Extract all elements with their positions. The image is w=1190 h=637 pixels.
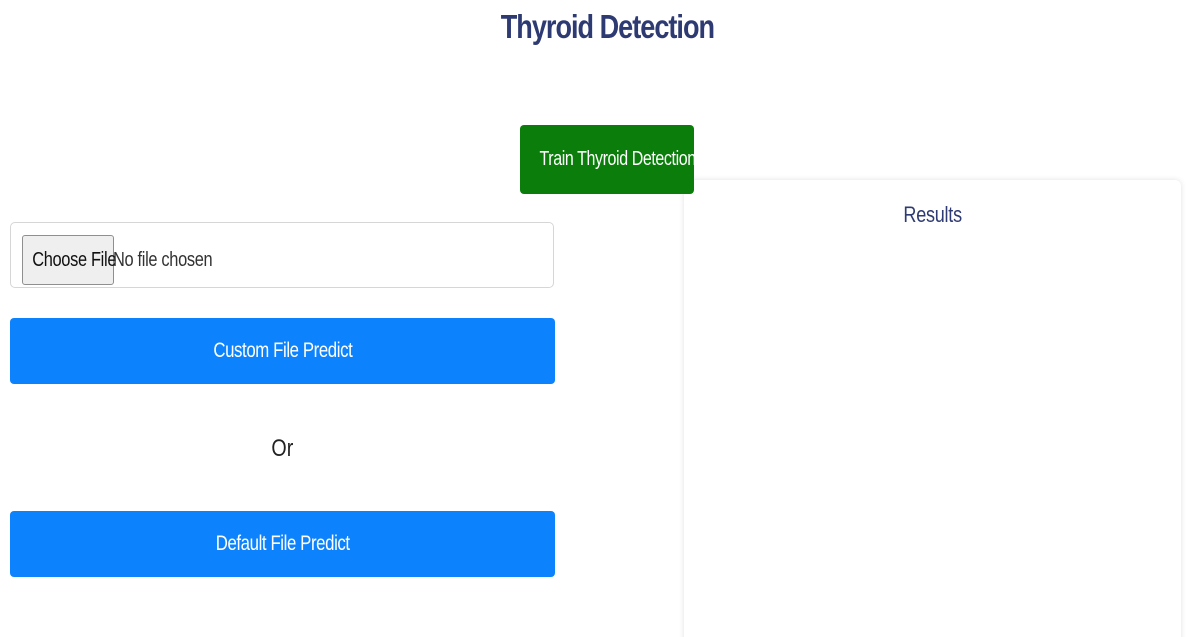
- train-button[interactable]: Train Thyroid Detection: [520, 125, 697, 194]
- or-separator-text: Or: [271, 435, 294, 462]
- file-status-text: No file chosen: [113, 249, 213, 271]
- custom-file-predict-label: Custom File Predict: [213, 339, 352, 362]
- page-title: Thyroid Detection: [109, 8, 1105, 46]
- file-status: No file chosen: [113, 249, 234, 272]
- choose-file-label: Choose File: [32, 248, 117, 271]
- results-title: Results: [684, 202, 1181, 228]
- choose-file-button[interactable]: Choose File: [22, 235, 117, 285]
- default-file-predict-button[interactable]: Default File Predict: [10, 511, 555, 577]
- custom-file-predict-button[interactable]: Custom File Predict: [10, 318, 555, 384]
- results-title-text: Results: [903, 202, 962, 227]
- page: Thyroid Detection Train Thyroid Detectio…: [0, 0, 1190, 637]
- default-file-predict-label: Default File Predict: [215, 532, 350, 555]
- results-panel: Results: [684, 180, 1181, 637]
- file-input[interactable]: Choose File No file chosen: [10, 222, 554, 288]
- page-title-text: Thyroid Detection: [500, 8, 715, 45]
- or-separator: Or: [10, 435, 555, 463]
- train-button-label: Train Thyroid Detection: [539, 148, 697, 170]
